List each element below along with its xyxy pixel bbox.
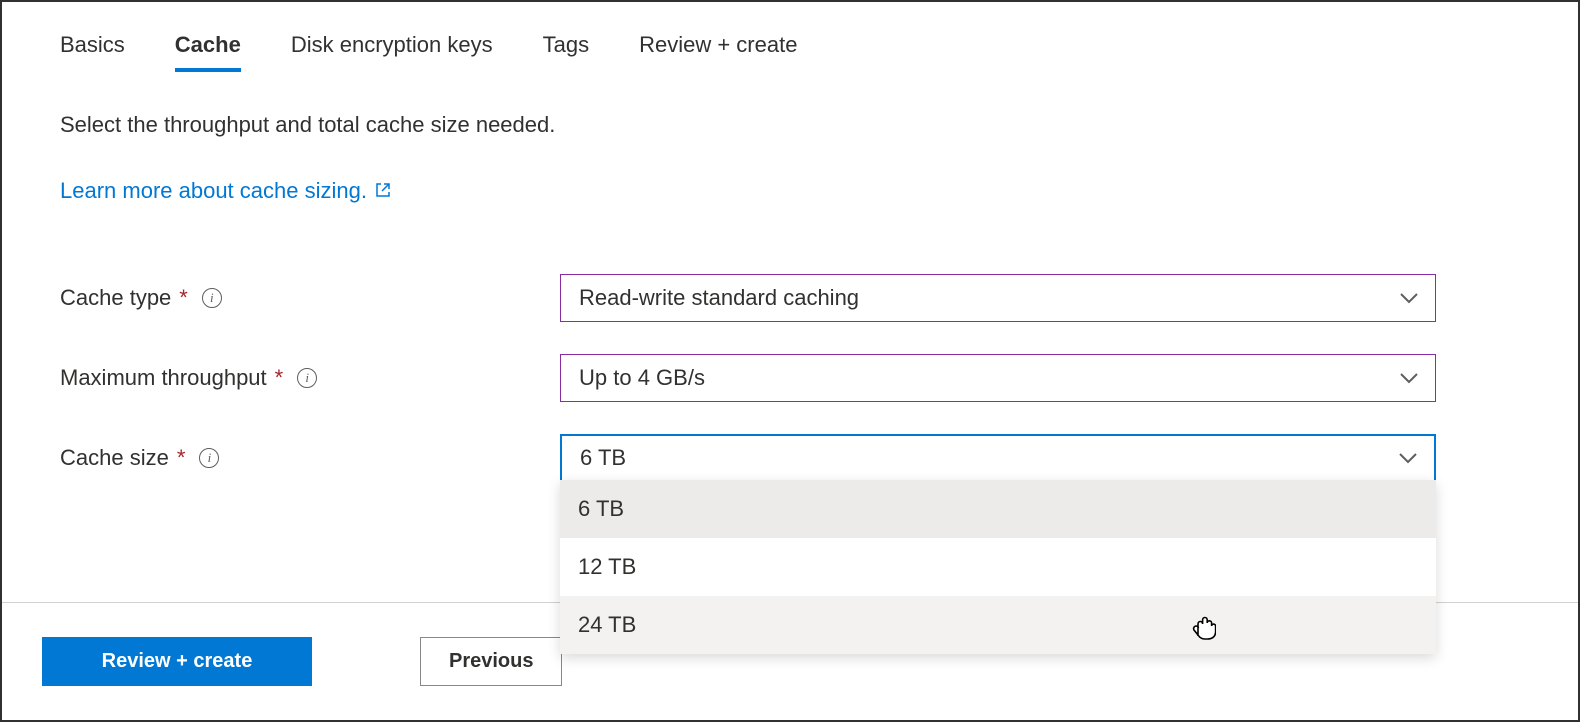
cache-size-option-6tb[interactable]: 6 TB <box>560 480 1436 538</box>
cache-type-select[interactable]: Read-write standard caching <box>560 274 1436 322</box>
review-create-button[interactable]: Review + create <box>42 637 312 686</box>
max-throughput-value: Up to 4 GB/s <box>579 365 705 391</box>
required-asterisk: * <box>275 365 284 391</box>
cache-size-option-12tb[interactable]: 12 TB <box>560 538 1436 596</box>
pointer-cursor-icon <box>1190 610 1216 646</box>
chevron-down-icon <box>1399 365 1419 391</box>
chevron-down-icon <box>1399 285 1419 311</box>
field-cache-size: Cache size * i 6 TB 6 TB 12 TB 24 TB <box>60 434 1520 482</box>
info-icon[interactable]: i <box>202 288 222 308</box>
cache-size-option-24tb[interactable]: 24 TB <box>560 596 1436 654</box>
required-asterisk: * <box>179 285 188 311</box>
cache-size-label: Cache size <box>60 445 169 471</box>
info-icon[interactable]: i <box>199 448 219 468</box>
field-max-throughput: Maximum throughput * i Up to 4 GB/s <box>60 354 1520 402</box>
required-asterisk: * <box>177 445 186 471</box>
tab-bar: Basics Cache Disk encryption keys Tags R… <box>60 22 1520 72</box>
tab-basics[interactable]: Basics <box>60 22 125 72</box>
tab-review-create[interactable]: Review + create <box>639 22 797 72</box>
cache-size-option-24tb-label: 24 TB <box>578 612 636 637</box>
cache-size-select[interactable]: 6 TB 6 TB 12 TB 24 TB <box>560 434 1436 482</box>
cache-size-value: 6 TB <box>580 445 626 471</box>
field-cache-type: Cache type * i Read-write standard cachi… <box>60 274 1520 322</box>
external-link-icon <box>375 178 391 204</box>
learn-more-link[interactable]: Learn more about cache sizing. <box>60 178 391 204</box>
tab-tags[interactable]: Tags <box>543 22 589 72</box>
max-throughput-select[interactable]: Up to 4 GB/s <box>560 354 1436 402</box>
cache-size-dropdown: 6 TB 12 TB 24 TB <box>560 480 1436 654</box>
chevron-down-icon <box>1398 445 1418 471</box>
tab-cache[interactable]: Cache <box>175 22 241 72</box>
cache-type-label: Cache type <box>60 285 171 311</box>
info-icon[interactable]: i <box>297 368 317 388</box>
learn-more-label: Learn more about cache sizing. <box>60 178 367 204</box>
cache-type-value: Read-write standard caching <box>579 285 859 311</box>
max-throughput-label: Maximum throughput <box>60 365 267 391</box>
intro-text: Select the throughput and total cache si… <box>60 112 1520 138</box>
tab-disk-encryption[interactable]: Disk encryption keys <box>291 22 493 72</box>
previous-button[interactable]: Previous <box>420 637 562 686</box>
